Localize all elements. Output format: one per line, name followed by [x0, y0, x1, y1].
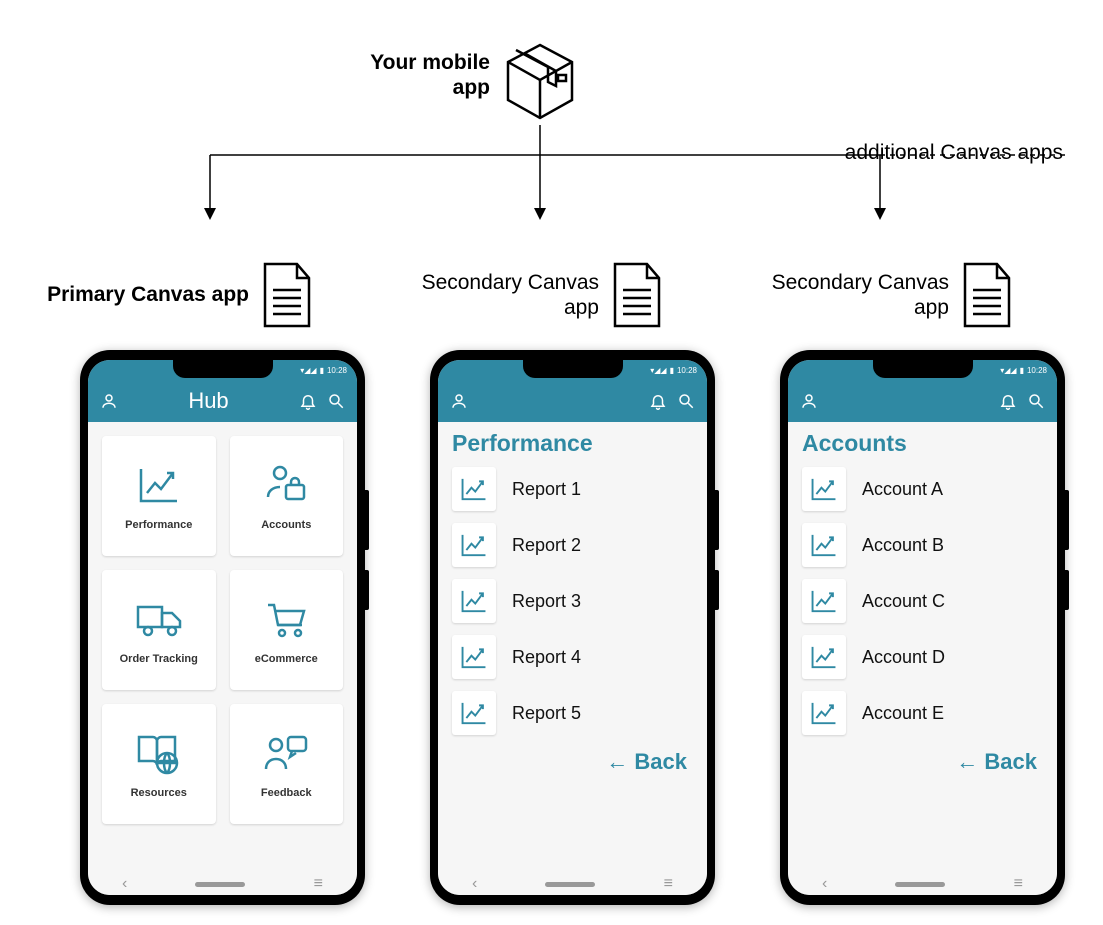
tile-resources[interactable]: Resources	[102, 704, 216, 824]
battery-icon: ▮	[670, 366, 674, 375]
chart-icon	[452, 579, 496, 623]
chart-icon	[452, 523, 496, 567]
tile-accounts[interactable]: Accounts	[230, 436, 344, 556]
nav-recent[interactable]: ≡	[1014, 875, 1023, 893]
list-item[interactable]: Account C	[802, 579, 1043, 623]
tile-ecommerce[interactable]: eCommerce	[230, 570, 344, 690]
report-list: Report 1 Report 2 Report 3 Report 4 Repo…	[438, 467, 707, 735]
bell-icon[interactable]	[299, 392, 317, 410]
list-item[interactable]: Report 1	[452, 467, 693, 511]
list-item[interactable]: Account A	[802, 467, 1043, 511]
doc-label-primary: Primary Canvas app	[35, 282, 249, 307]
hub-grid: Performance Accounts Order Tracking	[102, 436, 343, 824]
android-nav: ‹ ≡	[788, 873, 1057, 895]
app-header: Hub	[88, 380, 357, 422]
signal-icon: ▾◢◢	[1000, 366, 1016, 375]
nav-back[interactable]: ‹	[472, 875, 477, 893]
doc-primary: Primary Canvas app	[35, 260, 315, 330]
bell-icon[interactable]	[649, 392, 667, 410]
status-bar: ▾◢◢ ▮ 10:28	[788, 360, 1057, 380]
list-item[interactable]: Account B	[802, 523, 1043, 567]
section-title: Performance	[438, 422, 707, 467]
search-icon[interactable]	[327, 392, 345, 410]
phones-row: ▾◢◢ ▮ 10:28 Hub	[80, 350, 1083, 905]
nav-back[interactable]: ‹	[122, 875, 127, 893]
phone-hub: ▾◢◢ ▮ 10:28 Hub	[80, 350, 365, 905]
cart-icon	[264, 595, 308, 643]
chart-icon	[802, 635, 846, 679]
user-briefcase-icon	[264, 461, 308, 509]
doc-label: Secondary Canvas app	[385, 270, 599, 320]
account-list: Account A Account B Account C Account D …	[788, 467, 1057, 735]
diagram-top: Your mobile app additional Canvas apps	[20, 20, 1083, 260]
truck-icon	[134, 595, 184, 643]
doc-label: Secondary Canvas app	[735, 270, 949, 320]
package-icon	[500, 40, 580, 130]
app-title: Hub	[118, 388, 299, 414]
nav-back[interactable]: ‹	[822, 875, 827, 893]
chart-icon	[802, 691, 846, 735]
user-chat-icon	[262, 729, 310, 777]
document-icon	[609, 260, 665, 330]
doc-secondary-1: Secondary Canvas app	[385, 260, 665, 330]
phone-notch	[173, 360, 273, 378]
nav-recent[interactable]: ≡	[664, 875, 673, 893]
status-time: 10:28	[327, 366, 347, 375]
tile-performance[interactable]: Performance	[102, 436, 216, 556]
chart-icon	[452, 691, 496, 735]
app-header	[788, 380, 1057, 422]
user-icon[interactable]	[100, 392, 118, 410]
doc-secondary-2: Secondary Canvas app	[735, 260, 1015, 330]
nav-recent[interactable]: ≡	[314, 875, 323, 893]
document-icon	[959, 260, 1015, 330]
battery-icon: ▮	[1020, 366, 1024, 375]
android-nav: ‹ ≡	[438, 873, 707, 895]
phone-accounts: ▾◢◢ ▮ 10:28 Accounts	[780, 350, 1065, 905]
search-icon[interactable]	[677, 392, 695, 410]
back-button[interactable]: ← Back	[438, 735, 707, 775]
status-bar: ▾◢◢ ▮ 10:28	[88, 360, 357, 380]
document-icon	[259, 260, 315, 330]
book-globe-icon	[135, 729, 183, 777]
signal-icon: ▾◢◢	[650, 366, 666, 375]
list-item[interactable]: Account D	[802, 635, 1043, 679]
app-header	[438, 380, 707, 422]
phone-notch	[523, 360, 623, 378]
tile-order-tracking[interactable]: Order Tracking	[102, 570, 216, 690]
list-item[interactable]: Report 3	[452, 579, 693, 623]
docs-row: Primary Canvas app Secondary Canvas app	[35, 260, 1083, 330]
chart-icon	[802, 579, 846, 623]
list-item[interactable]: Account E	[802, 691, 1043, 735]
back-button[interactable]: ← Back	[788, 735, 1057, 775]
chart-icon	[802, 467, 846, 511]
chart-icon	[452, 635, 496, 679]
additional-apps-label: additional Canvas apps	[845, 140, 1063, 165]
user-icon[interactable]	[450, 392, 468, 410]
chart-icon	[452, 467, 496, 511]
chart-icon	[137, 461, 181, 509]
status-bar: ▾◢◢ ▮ 10:28	[438, 360, 707, 380]
search-icon[interactable]	[1027, 392, 1045, 410]
list-item[interactable]: Report 5	[452, 691, 693, 735]
battery-icon: ▮	[320, 366, 324, 375]
list-item[interactable]: Report 2	[452, 523, 693, 567]
phone-performance: ▾◢◢ ▮ 10:28 Performance	[430, 350, 715, 905]
phone-notch	[873, 360, 973, 378]
section-title: Accounts	[788, 422, 1057, 467]
nav-home[interactable]	[545, 882, 595, 887]
bell-icon[interactable]	[999, 392, 1017, 410]
tile-feedback[interactable]: Feedback	[230, 704, 344, 824]
signal-icon: ▾◢◢	[300, 366, 316, 375]
nav-home[interactable]	[195, 882, 245, 887]
status-time: 10:28	[1027, 366, 1047, 375]
package-label: Your mobile app	[330, 50, 490, 100]
user-icon[interactable]	[800, 392, 818, 410]
chart-icon	[802, 523, 846, 567]
status-time: 10:28	[677, 366, 697, 375]
android-nav: ‹ ≡	[88, 873, 357, 895]
nav-home[interactable]	[895, 882, 945, 887]
list-item[interactable]: Report 4	[452, 635, 693, 679]
